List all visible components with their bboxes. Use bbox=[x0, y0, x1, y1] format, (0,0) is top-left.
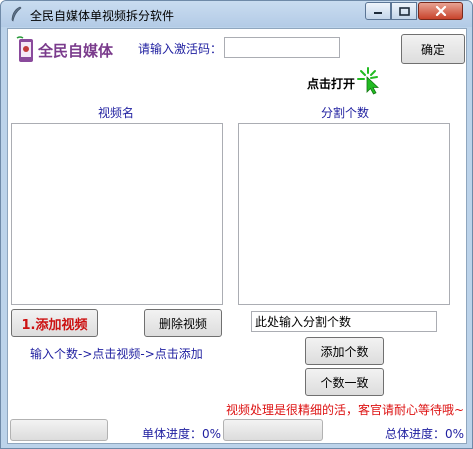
minimize-button[interactable] bbox=[365, 2, 391, 20]
close-icon bbox=[435, 6, 446, 16]
single-progress-bar bbox=[10, 419, 108, 441]
activation-code-input[interactable] bbox=[224, 37, 340, 58]
brand-name: 全民自媒体 bbox=[38, 42, 114, 60]
equal-count-button[interactable]: 个数一致 bbox=[305, 368, 384, 396]
click-cursor-icon bbox=[357, 67, 379, 95]
maximize-icon bbox=[398, 6, 410, 16]
usage-hint: 输入个数->点击视频->点击添加 bbox=[30, 347, 203, 361]
close-button[interactable] bbox=[418, 2, 463, 20]
delete-video-button[interactable]: 删除视频 bbox=[144, 309, 222, 337]
confirm-button[interactable]: 确定 bbox=[401, 34, 465, 64]
phone-logo-icon bbox=[16, 36, 33, 62]
click-open-link[interactable]: 点击打开 bbox=[307, 75, 355, 92]
single-progress-label: 单体进度：0% bbox=[142, 427, 222, 441]
title-bar[interactable]: 全民自媒体单视频拆分软件 bbox=[1, 1, 472, 27]
total-progress-label: 总体进度：0% bbox=[385, 427, 465, 441]
processing-warning: 视频处理是很精细的活，客官请耐心等待哦~ bbox=[226, 403, 465, 417]
maximize-button[interactable] bbox=[391, 2, 417, 20]
split-count-list[interactable] bbox=[238, 123, 450, 305]
split-count-input[interactable] bbox=[251, 311, 437, 332]
feather-icon bbox=[11, 6, 22, 22]
total-progress-bar bbox=[223, 419, 323, 441]
add-video-button[interactable]: 1.添加视频 bbox=[11, 309, 98, 337]
main-panel: 全民自媒体 请输入激活码： 确定 点击打开 视频名 分割个数 1.添加视频 删除… bbox=[7, 28, 467, 444]
minimize-icon bbox=[374, 12, 382, 14]
split-count-header: 分割个数 bbox=[321, 106, 370, 120]
video-list[interactable] bbox=[11, 123, 223, 305]
window-title: 全民自媒体单视频拆分软件 bbox=[30, 9, 175, 23]
activation-label: 请输入激活码： bbox=[138, 42, 223, 56]
add-count-button[interactable]: 添加个数 bbox=[305, 337, 384, 365]
video-name-header: 视频名 bbox=[98, 106, 135, 120]
app-window: 全民自媒体单视频拆分软件 全民自媒体 请输入激活码： 确定 点击打开 视频名 分… bbox=[0, 0, 473, 449]
